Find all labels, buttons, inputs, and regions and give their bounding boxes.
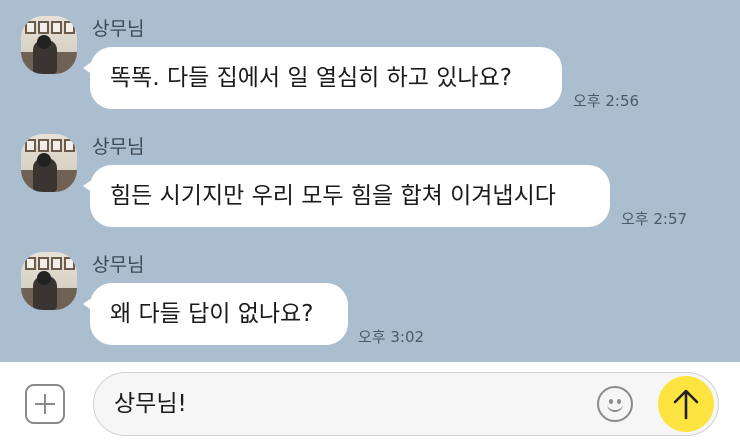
arrow-up-icon xyxy=(673,389,699,420)
message-bubble[interactable]: 힘든 시기지만 우리 모두 힘을 합쳐 이겨냅시다 xyxy=(83,165,610,227)
message-input-text[interactable]: 상무님! xyxy=(114,373,187,435)
send-button[interactable] xyxy=(658,376,714,432)
avatar[interactable] xyxy=(21,16,77,74)
sender-name: 상무님 xyxy=(92,136,145,158)
emoji-icon[interactable] xyxy=(597,386,633,422)
message-time: 오후 3:02 xyxy=(358,328,425,346)
chat-area: 상무님 똑똑. 다들 집에서 일 열심히 하고 있나요? 오후 2:56 상무님… xyxy=(0,0,740,362)
sender-name: 상무님 xyxy=(92,18,145,40)
message-item: 상무님 힘든 시기지만 우리 모두 힘을 합쳐 이겨냅시다 오후 2:57 xyxy=(0,118,740,236)
message-item: 상무님 왜 다들 답이 없나요? 오후 3:02 xyxy=(0,236,740,354)
message-input[interactable]: 상무님! xyxy=(93,372,719,436)
message-time: 오후 2:56 xyxy=(573,92,640,110)
message-bubble[interactable]: 똑똑. 다들 집에서 일 열심히 하고 있나요? xyxy=(83,47,562,109)
message-time: 오후 2:57 xyxy=(621,210,688,228)
avatar[interactable] xyxy=(21,252,77,310)
message-item: 상무님 똑똑. 다들 집에서 일 열심히 하고 있나요? 오후 2:56 xyxy=(0,0,740,118)
sender-name: 상무님 xyxy=(92,254,145,276)
message-bubble[interactable]: 왜 다들 답이 없나요? xyxy=(83,283,348,345)
attach-plus-button[interactable] xyxy=(25,384,65,424)
avatar[interactable] xyxy=(21,134,77,192)
input-bar: 상무님! xyxy=(0,362,740,442)
